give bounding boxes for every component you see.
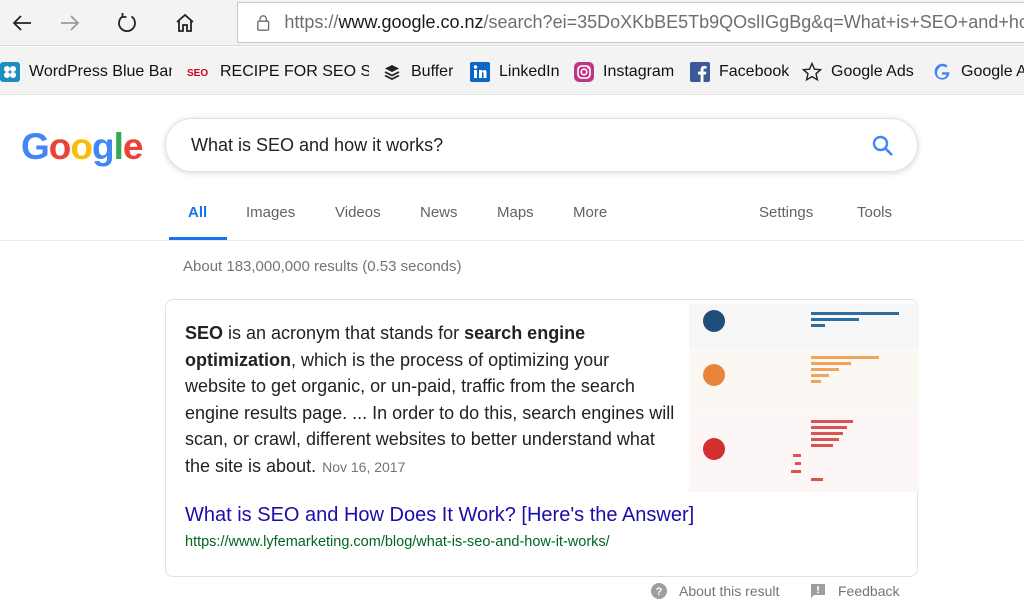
- logo-letter: G: [21, 126, 50, 167]
- experience-icon: [703, 438, 725, 460]
- search-tabs: All Images Videos News Maps More Setting…: [0, 194, 1024, 241]
- feedback-label: Feedback: [838, 583, 900, 599]
- instagram-icon: [574, 62, 594, 82]
- forward-arrow-icon: [61, 15, 80, 31]
- favorite-label: Google A: [961, 63, 1024, 80]
- thumbnail-bar: [811, 420, 853, 423]
- favorite-facebook[interactable]: Facebook: [690, 61, 789, 83]
- result-url[interactable]: https://www.lyfemarketing.com/blog/what-…: [185, 534, 610, 550]
- result-title-link[interactable]: What is SEO and How Does It Work? [Here'…: [185, 504, 694, 527]
- favorite-linkedin[interactable]: LinkedIn: [470, 61, 560, 83]
- logo-letter: o: [70, 126, 93, 167]
- feedback-icon: [811, 584, 825, 598]
- tab-settings[interactable]: Settings: [759, 204, 813, 221]
- back-button[interactable]: [0, 5, 44, 41]
- favorite-label: LinkedIn: [499, 63, 560, 80]
- tab-maps[interactable]: Maps: [497, 204, 534, 221]
- svg-text:SEO: SEO: [187, 68, 208, 79]
- snippet-thumbnail[interactable]: [689, 304, 919, 492]
- search-box: [165, 118, 918, 172]
- content-icon: [703, 364, 725, 386]
- favorite-label: RECIPE FOR SEO SUC: [220, 63, 369, 80]
- help-icon: ?: [651, 583, 667, 599]
- featured-snippet: SEO is an acronym that stands for search…: [165, 299, 919, 577]
- favorite-label: Google Ads: [831, 63, 914, 80]
- seo-icon: SEO: [187, 62, 211, 82]
- thumbnail-bar: [811, 318, 859, 321]
- feedback-link[interactable]: Feedback: [810, 583, 899, 599]
- thumbnail-bar: [811, 432, 843, 435]
- lock-icon: [257, 14, 270, 31]
- google-icon: [932, 62, 952, 82]
- thumbnail-bar: [811, 426, 847, 429]
- google-logo[interactable]: Google: [21, 126, 144, 168]
- favorite-label: WordPress Blue Baml: [29, 63, 172, 80]
- thumbnail-bar: [811, 478, 823, 481]
- wordpress-icon: [0, 62, 20, 82]
- thumbnail-bar: [811, 368, 839, 371]
- result-stats: About 183,000,000 results (0.53 seconds): [183, 258, 462, 275]
- favorite-label: Facebook: [719, 63, 790, 80]
- thumbnail-bar: [795, 462, 801, 465]
- tab-news[interactable]: News: [420, 204, 458, 221]
- favorite-label: Buffer: [411, 63, 454, 80]
- forward-button[interactable]: [48, 5, 92, 41]
- logo-letter: l: [113, 126, 124, 167]
- thumbnail-bar: [793, 454, 801, 457]
- logo-letter: g: [92, 126, 115, 167]
- star-icon: [802, 62, 822, 82]
- tab-tools[interactable]: Tools: [857, 204, 892, 221]
- address-bar[interactable]: https://www.google.co.nz/search?ei=35DoX…: [237, 2, 1024, 43]
- active-tab-indicator: [169, 237, 227, 240]
- thumbnail-band: [689, 304, 919, 350]
- tab-videos[interactable]: Videos: [335, 204, 381, 221]
- favorite-instagram[interactable]: Instagram: [574, 61, 674, 83]
- favorite-label: Instagram: [603, 63, 675, 80]
- favorite-google-analytics[interactable]: Google A: [932, 61, 1024, 83]
- thumbnail-bar: [811, 438, 839, 441]
- home-button[interactable]: [163, 5, 207, 41]
- favorites-bar: WordPress Blue Baml SEO RECIPE FOR SEO S…: [0, 47, 1024, 95]
- user-icon: [703, 310, 725, 332]
- favorite-buffer[interactable]: Buffer: [382, 61, 453, 83]
- snippet-text-part: is an acronym that stands for: [223, 323, 465, 343]
- thumbnail-bar: [811, 324, 825, 327]
- back-arrow-icon: [12, 15, 31, 31]
- thumbnail-bar: [811, 362, 851, 365]
- favorite-google-ads[interactable]: Google Ads: [802, 61, 914, 83]
- url-text: https://www.google.co.nz/search?ei=35DoX…: [284, 12, 1024, 33]
- snippet-text: SEO is an acronym that stands for search…: [185, 320, 675, 480]
- thumbnail-bar: [811, 380, 821, 383]
- snippet-bold: SEO: [185, 323, 224, 343]
- search-input[interactable]: [191, 134, 831, 156]
- thumbnail-band: [689, 352, 919, 414]
- about-result-link[interactable]: ? About this result: [651, 583, 779, 599]
- favorite-seo-recipe[interactable]: SEO RECIPE FOR SEO SUC: [187, 61, 369, 83]
- linkedin-icon: [470, 62, 490, 82]
- svg-text:?: ?: [656, 586, 663, 598]
- tab-all[interactable]: All: [188, 204, 207, 221]
- snippet-date: Nov 16, 2017: [322, 458, 406, 475]
- search-icon[interactable]: [871, 134, 895, 158]
- thumbnail-bar: [811, 444, 833, 447]
- thumbnail-bar: [811, 312, 899, 315]
- refresh-button[interactable]: [105, 5, 149, 41]
- thumbnail-bar: [811, 374, 829, 377]
- logo-letter: e: [122, 126, 144, 167]
- tab-more[interactable]: More: [573, 204, 607, 221]
- thumbnail-bar: [811, 356, 879, 359]
- refresh-icon: [118, 13, 136, 33]
- url-path: /search?ei=35DoXKbBE5Tb9QOslIGgBg&q=What…: [483, 12, 1024, 32]
- favorite-wordpress[interactable]: WordPress Blue Baml: [0, 61, 172, 83]
- thumbnail-bar: [791, 470, 801, 473]
- url-prefix: https://: [284, 12, 339, 32]
- url-host: www.google.co.nz: [338, 12, 484, 32]
- tab-images[interactable]: Images: [246, 204, 295, 221]
- browser-toolbar: https://www.google.co.nz/search?ei=35DoX…: [0, 0, 1024, 46]
- buffer-icon: [382, 62, 402, 82]
- home-icon: [176, 13, 194, 32]
- facebook-icon: [690, 62, 710, 82]
- logo-letter: o: [48, 126, 72, 167]
- about-result-label: About this result: [679, 583, 780, 599]
